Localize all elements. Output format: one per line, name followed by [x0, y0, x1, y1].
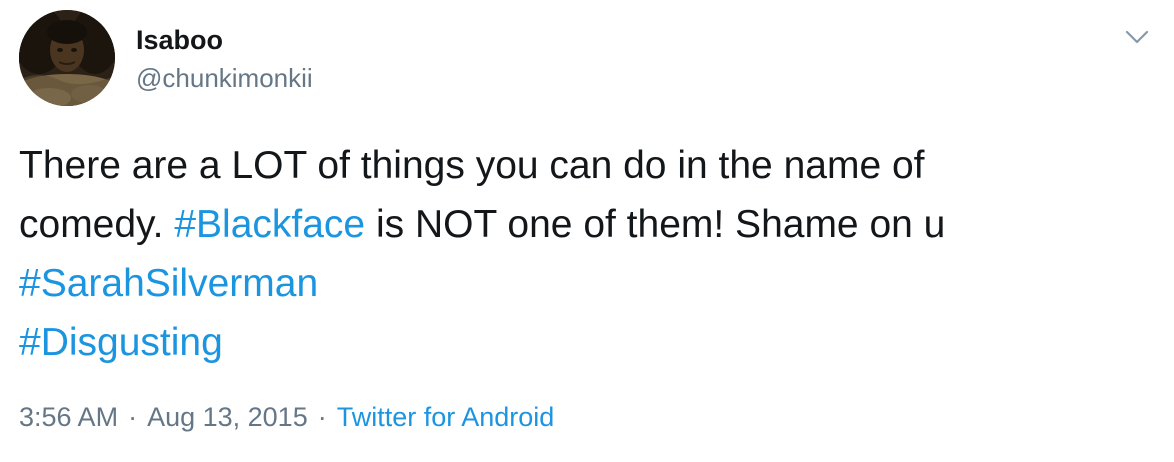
tweet-text-line-1: There are a LOT of things you can do in …	[19, 144, 925, 187]
tweet-text-line-4: #Disgusting	[19, 313, 1149, 372]
hashtag-blackface[interactable]: #Blackface	[174, 203, 365, 246]
tweet-text-line-2: comedy. #Blackface is NOT one of them! S…	[19, 195, 1149, 254]
avatar[interactable]	[19, 10, 115, 106]
user-handle[interactable]: @chunkimonkii	[136, 60, 313, 96]
tweet-date[interactable]: Aug 13, 2015	[147, 402, 308, 432]
tweet-text: There are a LOT of things you can do in …	[19, 136, 1149, 372]
meta-separator-2: ·	[317, 402, 327, 432]
tweet-card: Isaboo @chunkimonkii There are a LOT of …	[0, 0, 1174, 462]
hashtag-sarahsilverman[interactable]: #SarahSilverman	[19, 262, 318, 305]
tweet-source-link[interactable]: Twitter for Android	[337, 402, 555, 432]
hashtag-disgusting[interactable]: #Disgusting	[19, 321, 223, 364]
tweet-text-line-3: #SarahSilverman	[19, 254, 1149, 313]
tweet-text-line-2-suffix: is NOT one of them! Shame on u	[365, 203, 946, 246]
user-name[interactable]: Isaboo	[136, 22, 223, 58]
chevron-down-icon[interactable]	[1122, 22, 1152, 52]
tweet-text-line-2-prefix: comedy.	[19, 203, 175, 246]
avatar-image	[19, 10, 115, 106]
tweet-time[interactable]: 3:56 AM	[19, 402, 118, 432]
meta-separator-1: ·	[128, 402, 138, 432]
tweet-meta: 3:56 AM · Aug 13, 2015 · Twitter for Android	[19, 397, 554, 437]
